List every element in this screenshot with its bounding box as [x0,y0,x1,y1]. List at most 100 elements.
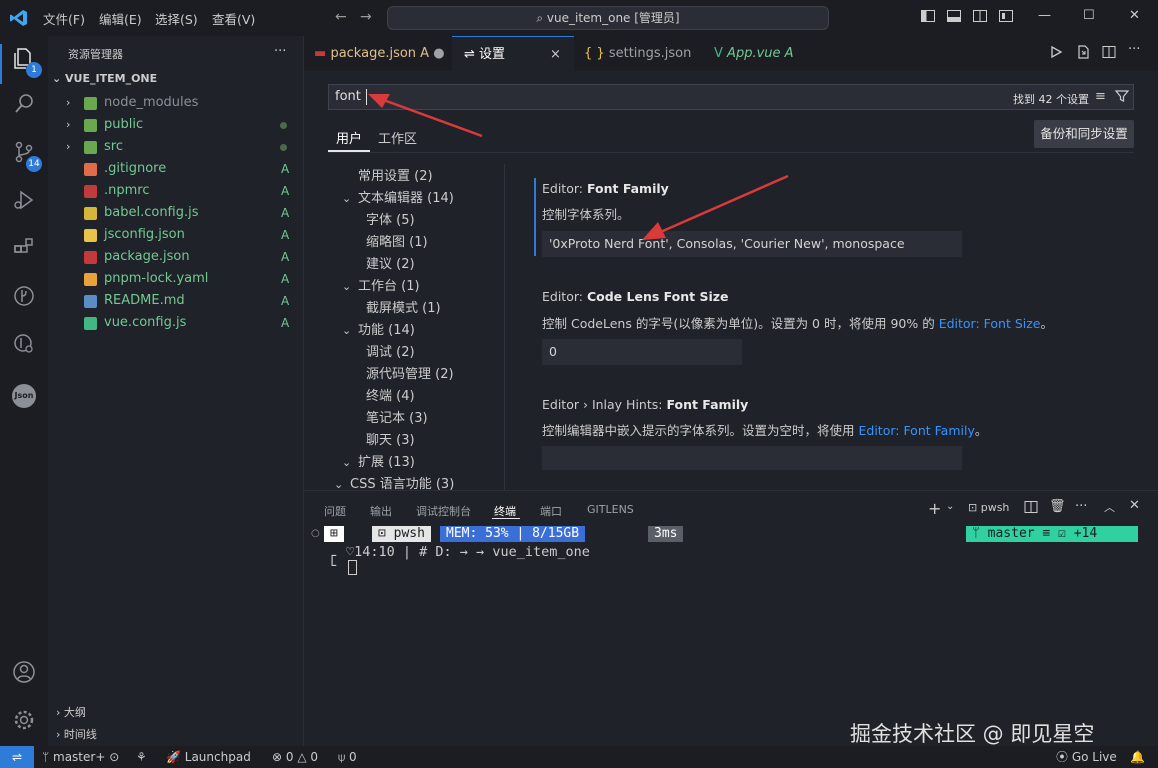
toc-item[interactable]: 缩略图 (1) [366,232,428,254]
tree-item[interactable]: README.md A [48,290,304,312]
json-extension-icon[interactable]: Json [10,382,38,410]
workspace-root[interactable]: ⌄ VUE_ITEM_ONE [52,72,157,85]
toc-item[interactable]: 建议 (2) [366,254,415,276]
split-terminal-icon[interactable] [1024,500,1038,518]
tab-label: 设置 [479,47,506,62]
tab-debug-console[interactable]: 调试控制台 [416,503,471,519]
tree-item[interactable]: vue.config.js A [48,312,304,334]
close-window-icon[interactable]: ✕ [1129,8,1140,23]
clear-filter-icon[interactable]: ≡ [1095,89,1106,104]
codelens-font-size-input[interactable]: 0 [542,339,742,365]
customize-layout-icon[interactable] [998,8,1014,28]
minimize-icon[interactable]: — [1038,8,1051,23]
prompt-time-segment: 3ms [648,526,684,542]
tree-item[interactable]: › public [48,114,304,136]
split-editor-icon[interactable] [1102,45,1116,63]
trash-icon[interactable]: 🗑 [1049,499,1066,514]
outline-section[interactable]: › 大纲 [56,704,86,720]
toc-item-label: 缩略图 (1) [366,235,428,250]
timeline-section[interactable]: › 时间线 [56,726,97,742]
gitlens-status-icon[interactable]: ⚘ [136,746,147,768]
tab-app-vue[interactable]: V App.vue A [702,36,806,71]
menu-file[interactable]: 文件(F) [43,9,85,28]
run-debug-icon[interactable] [10,188,38,216]
new-terminal-icon[interactable]: + [928,499,941,518]
maximize-panel-icon[interactable]: ︿ [1104,499,1115,515]
back-arrow-icon[interactable]: ← [335,9,347,25]
setting-link[interactable]: Editor: Font Family [858,423,974,438]
tab-terminal[interactable]: 终端 [494,503,516,519]
gitlens-icon[interactable] [10,284,38,312]
tree-item[interactable]: › src [48,136,304,158]
toc-item[interactable]: 聊天 (3) [366,430,415,452]
tab-user-scope[interactable]: 用户 [336,128,362,147]
remote-indicator-icon[interactable]: ⇌ [0,746,34,768]
tab-settings-json[interactable]: { } settings.json [574,36,702,71]
command-center[interactable]: ⌕ vue_item_one [管理员] [387,6,829,30]
toc-item[interactable]: 源代码管理 (2) [366,364,454,386]
chevron-down-icon[interactable]: ⌄ [946,501,954,512]
launchpad-status[interactable]: 🚀 Launchpad [166,746,251,768]
account-icon[interactable] [10,660,38,688]
menu-view[interactable]: 查看(V) [212,9,255,28]
close-tab-icon[interactable]: × [550,37,561,72]
toc-item[interactable]: ⌄ 功能 (14) [342,320,415,342]
manage-gear-icon[interactable] [10,708,38,736]
chevron-right-icon: › [66,118,71,131]
search-icon[interactable] [10,92,38,120]
explorer-icon[interactable]: 1 [10,46,42,78]
toc-item[interactable]: ⌄ 文本编辑器 (14) [342,188,454,210]
tab-settings[interactable]: ⇌ 设置 × [452,36,574,71]
tree-item[interactable]: › node_modules [48,92,304,114]
tree-item[interactable]: jsconfig.json A [48,224,304,246]
more-actions-icon[interactable]: ··· [274,44,286,59]
go-live-button[interactable]: ⦿ Go Live [1056,746,1117,768]
toc-item[interactable]: ⌄ 工作台 (1) [342,276,420,298]
toc-item[interactable]: 笔记本 (3) [366,408,428,430]
problems-status[interactable]: ⊗ 0 △ 0 [272,746,318,768]
toc-item[interactable]: 终端 (4) [366,386,415,408]
toc-item-label: 建议 (2) [366,257,415,272]
tree-item[interactable]: .gitignore A [48,158,304,180]
gitlens-inspect-icon[interactable] [10,332,38,360]
toc-item[interactable]: 字体 (5) [366,210,415,232]
tree-item[interactable]: package.json A [48,246,304,268]
toc-item[interactable]: ⌄ 扩展 (13) [342,452,415,474]
menu-edit[interactable]: 编辑(E) [99,9,142,28]
forward-arrow-icon[interactable]: → [360,9,372,25]
open-settings-json-icon[interactable] [1076,45,1090,63]
terminal-shell-item[interactable]: ⊡ pwsh [968,501,1009,514]
setting-link[interactable]: Editor: Font Size [939,316,1041,331]
inlay-hints-font-family-input[interactable] [542,446,962,470]
toggle-panel-icon[interactable] [946,8,962,28]
more-actions-icon[interactable]: ··· [1075,499,1087,514]
toc-item[interactable]: 截屏模式 (1) [366,298,441,320]
branch-status[interactable]: ᛘ master+ ⊙ [42,746,119,768]
extensions-icon[interactable] [10,236,38,264]
more-actions-icon[interactable]: ··· [1128,42,1140,57]
toc-item[interactable]: 常用设置 (2) [358,166,433,188]
tab-gitlens[interactable]: GITLENS [587,503,634,516]
tab-ports[interactable]: 端口 [540,503,562,519]
maximize-icon[interactable]: ☐ [1083,8,1095,23]
tree-item[interactable]: .npmrc A [48,180,304,202]
tree-item[interactable]: babel.config.js A [48,202,304,224]
tab-package-json[interactable]: ▬ package.json A ● [304,36,452,71]
filter-icon[interactable] [1114,89,1130,107]
backup-sync-button[interactable]: 备份和同步设置 [1034,120,1134,148]
toggle-sidebar-icon[interactable] [920,8,936,28]
toc-item[interactable]: ⌄ CSS 语言功能 (3) [334,474,455,490]
tab-output[interactable]: 输出 [370,503,392,519]
tab-problems[interactable]: 问题 [324,503,346,519]
run-icon[interactable] [1049,45,1063,63]
editor-tabs: ▬ package.json A ● ⇌ 设置 × { } settings.j… [304,36,1158,71]
notifications-bell-icon[interactable]: 🔔 [1130,746,1145,768]
toc-item-label: CSS 语言功能 (3) [350,477,455,490]
toggle-secondary-sidebar-icon[interactable] [972,8,988,28]
menu-selection[interactable]: 选择(S) [155,9,198,28]
source-control-icon[interactable]: 14 [10,140,42,172]
ports-status[interactable]: ⍦ 0 [338,746,357,768]
toc-item[interactable]: 调试 (2) [366,342,415,364]
close-panel-icon[interactable]: ✕ [1129,498,1140,513]
tree-item[interactable]: pnpm-lock.yaml A [48,268,304,290]
